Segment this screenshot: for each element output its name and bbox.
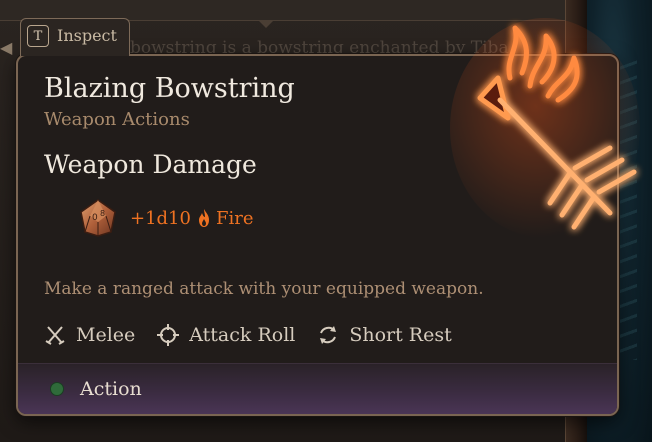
blazing-arrow-icon bbox=[450, 18, 640, 238]
damage-row: 0 8 +1d10 Fire bbox=[78, 198, 253, 238]
d10-dice-icon: 0 8 bbox=[80, 199, 116, 237]
crossed-swords-icon bbox=[45, 326, 65, 345]
tag-label: Melee bbox=[76, 324, 136, 346]
tooltip-subtitle: Weapon Actions bbox=[44, 109, 190, 130]
svg-text:0: 0 bbox=[92, 213, 98, 223]
damage-section-heading: Weapon Damage bbox=[44, 150, 257, 179]
tooltip-title: Blazing Bowstring bbox=[44, 73, 295, 104]
inspect-tab[interactable]: T Inspect bbox=[20, 18, 130, 56]
tag-attack-roll: Attack Roll bbox=[157, 324, 295, 346]
damage-type: Fire bbox=[215, 207, 254, 229]
action-cost-label: Action bbox=[80, 378, 142, 400]
background-notch bbox=[258, 20, 274, 28]
tags-row: Melee Attack Roll Short Rest bbox=[44, 324, 474, 346]
crosshair-icon bbox=[157, 324, 180, 346]
short-rest-icon bbox=[320, 326, 337, 344]
tag-label: Short Rest bbox=[349, 324, 452, 346]
fire-icon bbox=[198, 209, 209, 227]
left-arrow-icon[interactable]: ◀ bbox=[0, 38, 14, 60]
damage-value: +1d10 bbox=[130, 207, 191, 229]
tag-short-rest: Short Rest bbox=[317, 324, 452, 346]
svg-text:8: 8 bbox=[100, 209, 105, 218]
action-description: Make a ranged attack with your equipped … bbox=[44, 279, 484, 299]
inspect-label: Inspect bbox=[57, 26, 117, 45]
action-cost-footer: Action bbox=[18, 363, 617, 414]
action-resource-icon bbox=[50, 382, 64, 396]
tag-label: Attack Roll bbox=[189, 324, 296, 346]
keybind-badge: T bbox=[27, 25, 49, 47]
tag-melee: Melee bbox=[44, 324, 135, 346]
